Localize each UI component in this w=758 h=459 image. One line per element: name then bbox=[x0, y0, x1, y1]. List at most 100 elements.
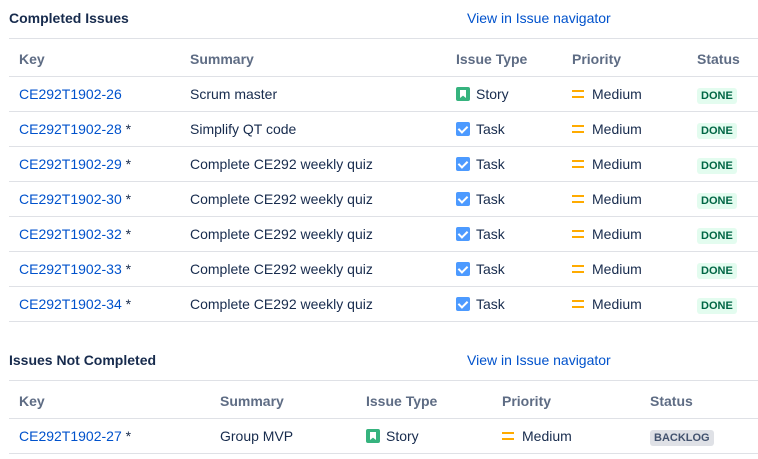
issue-type-label: Task bbox=[476, 261, 505, 277]
row-divider bbox=[9, 286, 758, 287]
header-priority: Priority bbox=[572, 51, 622, 67]
task-icon bbox=[456, 122, 470, 136]
issue-type-label: Story bbox=[386, 428, 419, 444]
issue-key-link[interactable]: CE292T1902-32 bbox=[19, 226, 122, 242]
priority-label: Medium bbox=[592, 261, 642, 277]
issue-flag-marker: * bbox=[121, 296, 132, 312]
issue-type-cell: Task bbox=[456, 120, 505, 138]
priority-cell: Medium bbox=[572, 225, 642, 243]
issue-summary: Complete CE292 weekly quiz bbox=[190, 261, 373, 277]
status-cell: DONE bbox=[697, 120, 737, 139]
issue-type-cell: Task bbox=[456, 295, 505, 313]
row-divider bbox=[9, 251, 758, 252]
status-badge: BACKLOG bbox=[650, 430, 714, 446]
priority-cell: Medium bbox=[572, 85, 642, 103]
priority-cell: Medium bbox=[572, 120, 642, 138]
priority-medium-icon bbox=[572, 230, 584, 238]
header-status: Status bbox=[697, 51, 740, 67]
issue-key-link[interactable]: CE292T1902-30 bbox=[19, 191, 122, 207]
priority-medium-icon bbox=[572, 265, 584, 273]
not-completed-view-in-navigator-link[interactable]: View in Issue navigator bbox=[467, 352, 611, 368]
issue-summary: Scrum master bbox=[190, 86, 278, 102]
row-divider bbox=[9, 111, 758, 112]
issue-flag-marker: * bbox=[121, 261, 132, 277]
row-divider bbox=[9, 216, 758, 217]
status-cell: DONE bbox=[697, 225, 737, 244]
issue-key-link[interactable]: CE292T1902-26 bbox=[19, 86, 122, 102]
issue-type-label: Task bbox=[476, 156, 505, 172]
issue-type-label: Task bbox=[476, 191, 505, 207]
completed-view-in-navigator-link[interactable]: View in Issue navigator bbox=[467, 10, 611, 26]
story-icon bbox=[456, 87, 470, 101]
issue-key-link[interactable]: CE292T1902-33 bbox=[19, 261, 122, 277]
priority-medium-icon bbox=[572, 90, 584, 98]
priority-medium-icon bbox=[572, 125, 584, 133]
issue-type-cell: Task bbox=[456, 155, 505, 173]
issue-flag-marker: * bbox=[121, 428, 132, 444]
priority-label: Medium bbox=[522, 428, 572, 444]
priority-medium-icon bbox=[572, 195, 584, 203]
status-cell: DONE bbox=[697, 190, 737, 209]
row-divider bbox=[9, 181, 758, 182]
priority-label: Medium bbox=[592, 226, 642, 242]
header-key: Key bbox=[19, 51, 45, 67]
priority-cell: Medium bbox=[572, 190, 642, 208]
priority-cell: Medium bbox=[572, 260, 642, 278]
priority-cell: Medium bbox=[502, 427, 572, 445]
issue-type-cell: Story bbox=[366, 427, 419, 445]
story-icon bbox=[366, 429, 380, 443]
issue-key-link[interactable]: CE292T1902-34 bbox=[19, 296, 122, 312]
status-badge: DONE bbox=[697, 263, 737, 279]
not-completed-issues-title: Issues Not Completed bbox=[9, 352, 157, 368]
issue-summary: Simplify QT code bbox=[190, 121, 297, 137]
priority-label: Medium bbox=[592, 191, 642, 207]
issue-key-cell: CE292T1902-26 bbox=[19, 85, 122, 103]
issue-key-link[interactable]: CE292T1902-27 bbox=[19, 428, 122, 444]
header-issue-type: Issue Type bbox=[456, 51, 528, 67]
issue-key-cell: CE292T1902-30 * bbox=[19, 190, 131, 208]
completed-issues-title: Completed Issues bbox=[9, 10, 129, 26]
issue-summary: Complete CE292 weekly quiz bbox=[190, 156, 373, 172]
status-badge: DONE bbox=[697, 193, 737, 209]
header-status: Status bbox=[650, 393, 693, 409]
divider bbox=[9, 418, 758, 419]
issue-flag-marker: * bbox=[121, 191, 132, 207]
priority-cell: Medium bbox=[572, 155, 642, 173]
issue-summary: Group MVP bbox=[220, 428, 294, 444]
priority-label: Medium bbox=[592, 86, 642, 102]
divider bbox=[9, 380, 758, 381]
issue-flag-marker: * bbox=[121, 121, 132, 137]
issue-type-label: Story bbox=[476, 86, 509, 102]
status-cell: DONE bbox=[697, 295, 737, 314]
task-icon bbox=[456, 297, 470, 311]
status-badge: DONE bbox=[697, 158, 737, 174]
issue-type-label: Task bbox=[476, 121, 505, 137]
issue-key-cell: CE292T1902-34 * bbox=[19, 295, 131, 313]
issue-type-cell: Task bbox=[456, 260, 505, 278]
issue-type-cell: Story bbox=[456, 85, 509, 103]
priority-label: Medium bbox=[592, 156, 642, 172]
issue-type-cell: Task bbox=[456, 225, 505, 243]
status-cell: DONE bbox=[697, 85, 737, 104]
issue-type-label: Task bbox=[476, 226, 505, 242]
issue-key-link[interactable]: CE292T1902-28 bbox=[19, 121, 122, 137]
status-badge: DONE bbox=[697, 228, 737, 244]
header-summary: Summary bbox=[190, 51, 254, 67]
divider bbox=[9, 76, 758, 77]
status-badge: DONE bbox=[697, 88, 737, 104]
issue-type-label: Task bbox=[476, 296, 505, 312]
issue-summary: Complete CE292 weekly quiz bbox=[190, 191, 373, 207]
row-divider bbox=[9, 146, 758, 147]
header-issue-type: Issue Type bbox=[366, 393, 438, 409]
header-priority: Priority bbox=[502, 393, 552, 409]
issue-flag-marker: * bbox=[121, 226, 132, 242]
priority-label: Medium bbox=[592, 296, 642, 312]
issue-summary: Complete CE292 weekly quiz bbox=[190, 226, 373, 242]
task-icon bbox=[456, 192, 470, 206]
status-cell: DONE bbox=[697, 155, 737, 174]
row-divider bbox=[9, 321, 758, 322]
priority-medium-icon bbox=[572, 160, 584, 168]
issue-summary: Complete CE292 weekly quiz bbox=[190, 296, 373, 312]
issue-key-link[interactable]: CE292T1902-29 bbox=[19, 156, 122, 172]
row-divider bbox=[9, 453, 758, 454]
